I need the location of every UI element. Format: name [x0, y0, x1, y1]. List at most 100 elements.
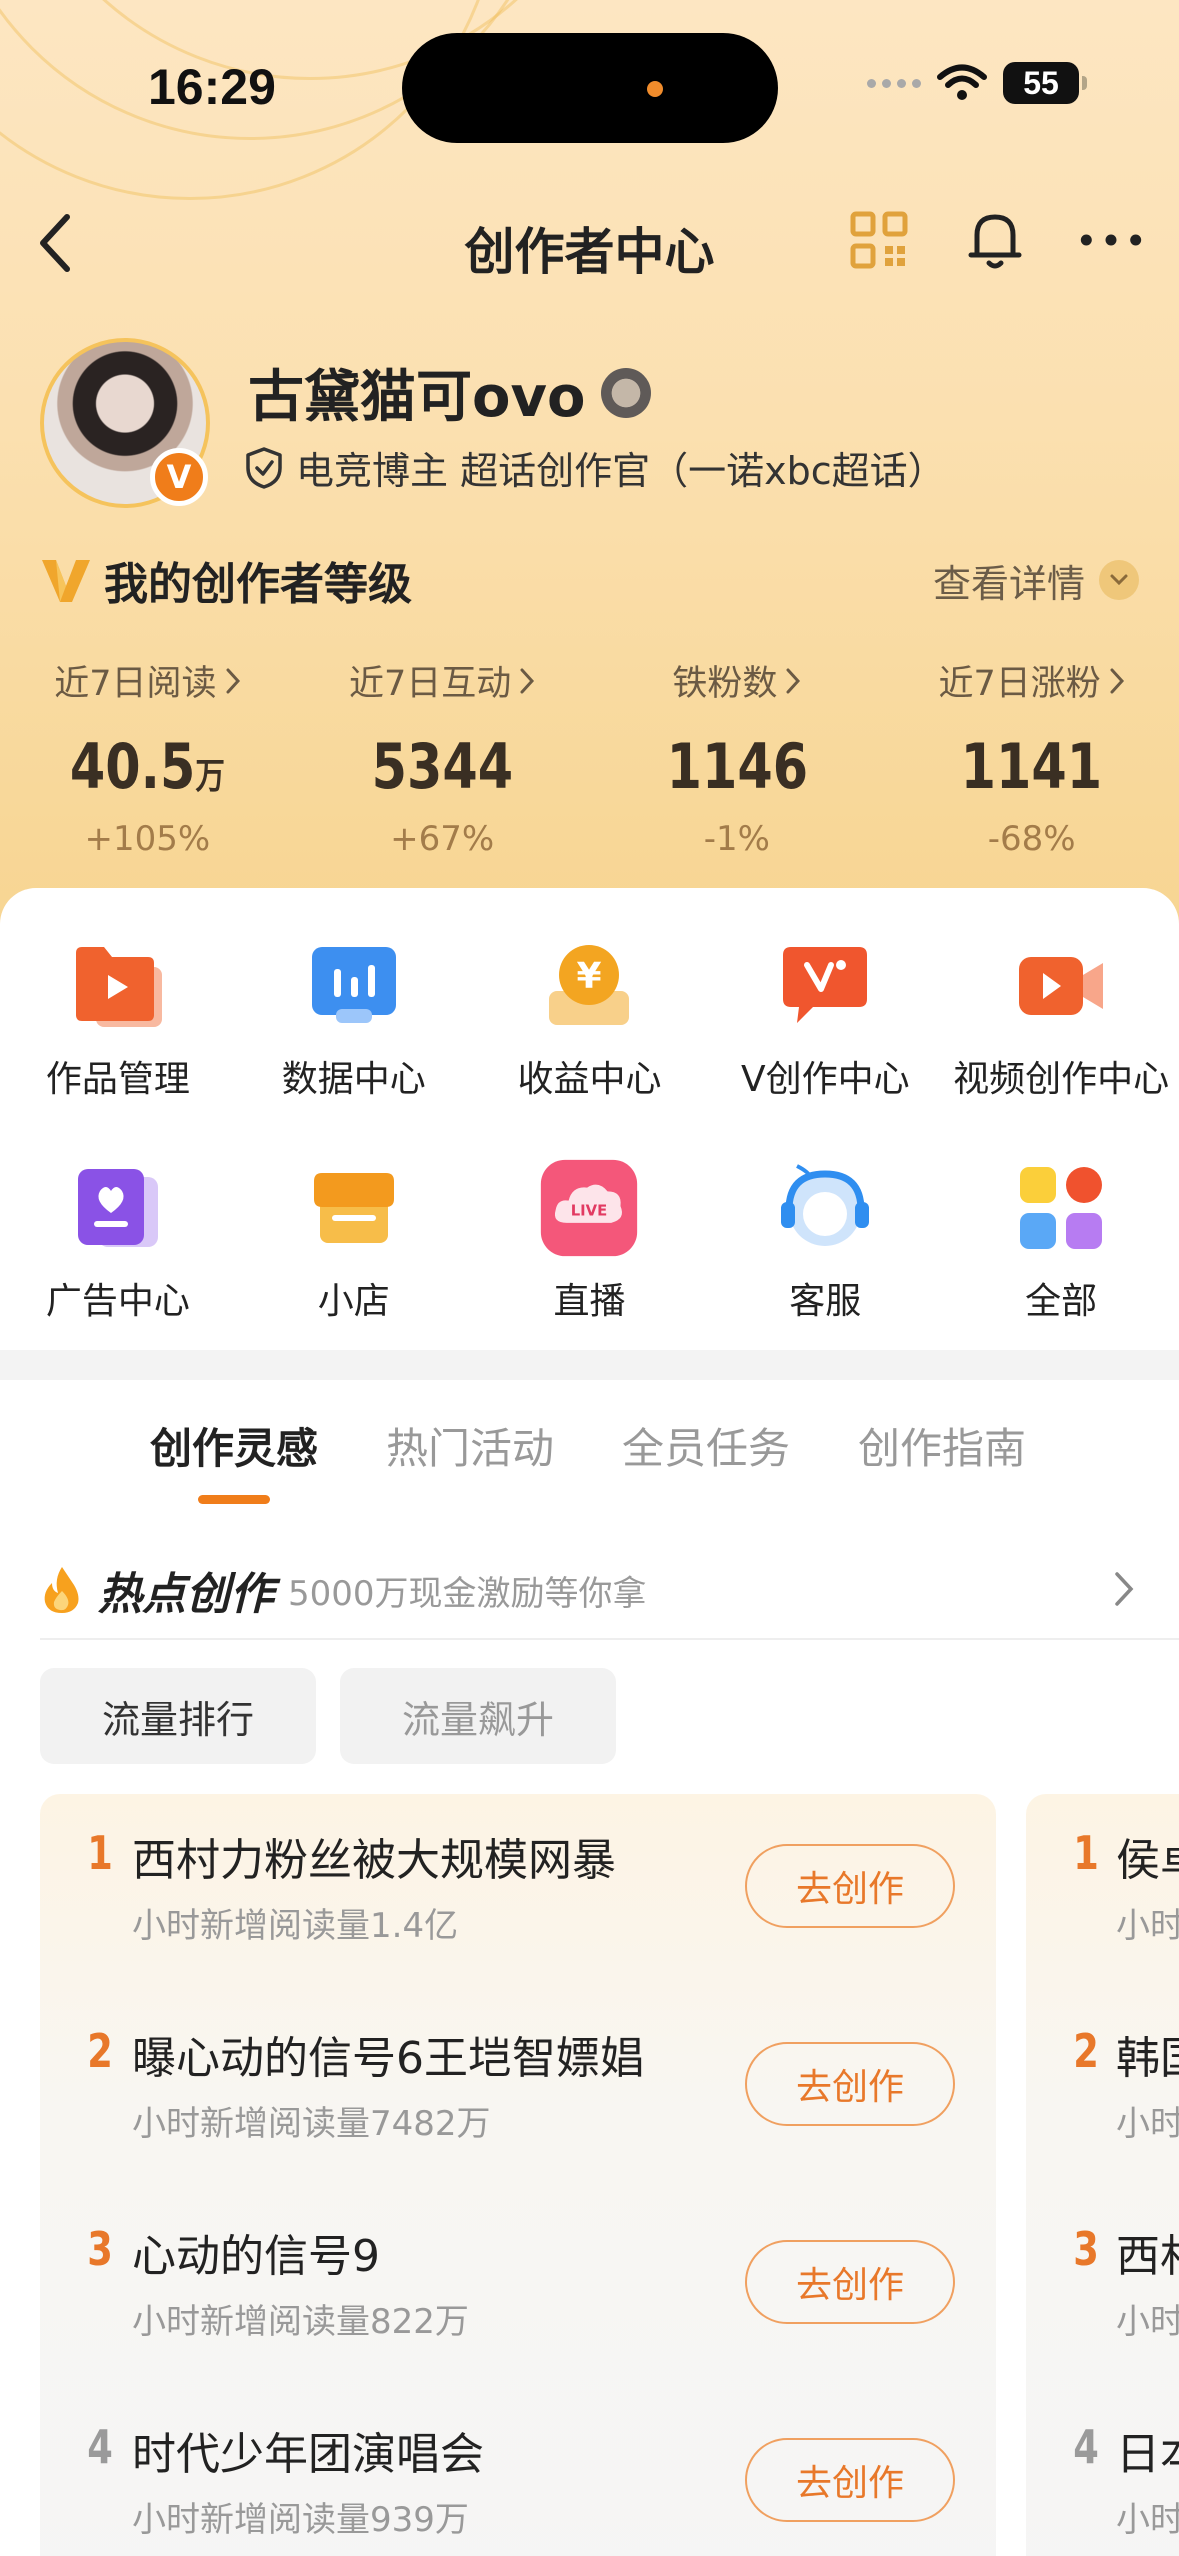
rank-title: 西村 [1116, 2231, 1179, 2282]
stat-label: 铁粉数 [672, 664, 778, 704]
rank-subtitle: 小时 [1116, 2104, 1179, 2144]
user-tag-row[interactable]: 电竞博主 超话创作官（一诺xbc超话） [244, 440, 946, 495]
camera-dot [647, 81, 663, 97]
chevron-down-icon [1099, 560, 1139, 600]
rank-subtitle: 小时新增阅读量7482万 [132, 2104, 491, 2144]
svg-text:LIVE: LIVE [571, 1202, 608, 1219]
stat-item[interactable]: 铁粉数 1146 -1% [590, 655, 885, 859]
flame-icon [44, 1567, 79, 1613]
tool-label: 直播 [553, 1281, 626, 1322]
tool-v-create[interactable]: V创作中心 [707, 888, 943, 1110]
stat-item[interactable]: 近7日互动 5344 +67% [295, 655, 590, 859]
rank-number: 3 [1073, 2222, 1099, 2276]
chevron-right-icon [786, 668, 801, 693]
tool-label: 视频创作中心 [953, 1059, 1170, 1100]
stat-label: 近7日阅读 [54, 664, 217, 704]
ranking-filter: 流量排行 流量飙升 [40, 1668, 616, 1764]
rank-subtitle: 小时新增阅读量822万 [132, 2302, 469, 2342]
ranking-row[interactable]: 4 时代少年团演唱会 小时新增阅读量939万 去创作 [40, 2388, 996, 2556]
hot-creation-header[interactable]: 热点创作 5000万现金激励等你拿 [40, 1540, 1179, 1640]
tool-label: 数据中心 [281, 1059, 426, 1100]
tab-hot-events[interactable]: 热门活动 [386, 1415, 554, 1504]
shop-icon [304, 1158, 404, 1258]
content-tabs: 创作灵感 热门活动 全员任务 创作指南 [150, 1415, 1026, 1504]
v-level-icon [42, 560, 90, 602]
chip-traffic-rank[interactable]: 流量排行 [40, 1668, 316, 1764]
tool-works[interactable]: 作品管理 [0, 888, 236, 1110]
rank-subtitle: 小时 [1116, 2500, 1179, 2540]
all-icon [1011, 1158, 1111, 1258]
qr-code-icon [850, 211, 908, 269]
creator-level-label: 我的创作者等级 [104, 559, 412, 610]
wifi-icon [937, 64, 987, 100]
go-create-button[interactable]: 去创作 [745, 1844, 955, 1928]
tool-ad[interactable]: 广告中心 [0, 1110, 236, 1332]
ranking-row: 1 侯卓 小时 [1026, 1794, 1179, 1992]
rank-title: 曝心动的信号6王垲智嫖娼 [132, 2033, 644, 2084]
hot-creation-subtitle: 5000万现金激励等你拿 [288, 1573, 647, 1614]
bell-icon [968, 214, 1022, 269]
tool-income[interactable]: ¥ 收益中心 [472, 888, 708, 1110]
rank-subtitle: 小时 [1116, 2302, 1179, 2342]
ranking-row[interactable]: 1 西村力粉丝被大规模网暴 小时新增阅读量1.4亿 去创作 [40, 1794, 996, 1992]
tool-video[interactable]: 视频创作中心 [943, 888, 1179, 1110]
stat-label: 近7日互动 [348, 664, 512, 704]
income-icon: ¥ [539, 936, 639, 1036]
ranking-row: 2 韩国 小时 [1026, 1992, 1179, 2190]
user-tag: 电竞博主 超话创作官（一诺xbc超话） [296, 449, 946, 493]
level-badge-icon [601, 367, 652, 418]
tool-label: 收益中心 [517, 1059, 662, 1100]
go-create-button[interactable]: 去创作 [745, 2042, 955, 2126]
stat-change: -1% [703, 819, 770, 859]
qr-code-button[interactable] [847, 205, 911, 275]
tool-label: 全部 [1025, 1281, 1098, 1322]
rank-title: 韩国 [1116, 2033, 1179, 2084]
rank-title: 西村力粉丝被大规模网暴 [132, 1835, 616, 1886]
shield-icon [246, 446, 282, 489]
live-icon: LIVE [539, 1158, 639, 1258]
stat-item[interactable]: 近7日涨粉 1141 -68% [884, 655, 1179, 859]
stat-value: 1141 [960, 730, 1103, 803]
more-button[interactable] [1079, 205, 1143, 275]
stat-item[interactable]: 近7日阅读 40.5万 +105% [0, 655, 295, 859]
stat-change: -68% [987, 819, 1076, 859]
rank-title: 侯卓 [1116, 1835, 1179, 1886]
verified-badge: V [150, 448, 208, 506]
go-create-button[interactable]: 去创作 [745, 2240, 955, 2324]
tool-support[interactable]: 客服 [707, 1110, 943, 1332]
user-name: 古黛猫可ovo [248, 365, 586, 430]
v-create-icon [775, 936, 875, 1036]
ranking-card-next[interactable]: 1 侯卓 小时 2 韩国 小时 3 西村 小时 4 日本 小时 [1026, 1794, 1179, 2556]
chevron-right-icon [1110, 668, 1124, 693]
rank-subtitle: 小时新增阅读量939万 [132, 2500, 469, 2540]
notification-button[interactable] [963, 205, 1027, 275]
ranking-row: 3 西村 小时 [1026, 2190, 1179, 2388]
battery-indicator: 55 [1003, 62, 1087, 104]
support-icon [775, 1158, 875, 1258]
tool-all[interactable]: 全部 [943, 1110, 1179, 1332]
hot-creation-title: 热点创作 [98, 1569, 274, 1620]
tab-inspiration[interactable]: 创作灵感 [150, 1415, 318, 1504]
tab-all-tasks[interactable]: 全员任务 [622, 1415, 790, 1504]
more-icon [1080, 234, 1142, 246]
tool-live[interactable]: LIVE 直播 [472, 1110, 708, 1332]
chip-traffic-surge[interactable]: 流量飙升 [340, 1668, 616, 1764]
tab-guide[interactable]: 创作指南 [858, 1415, 1026, 1504]
rank-number: 4 [87, 2420, 113, 2474]
go-create-button[interactable]: 去创作 [745, 2438, 955, 2522]
tool-label: 广告中心 [45, 1281, 190, 1322]
tool-data[interactable]: 数据中心 [236, 888, 472, 1110]
user-name-row[interactable]: 古黛猫可ovo [248, 352, 652, 433]
rank-number: 1 [1073, 1826, 1099, 1880]
ranking-row[interactable]: 3 心动的信号9 小时新增阅读量822万 去创作 [40, 2190, 996, 2388]
tools-panel: 作品管理 数据中心 ¥ 收益中心 V创作中心 视频创作中心 广告中心 小店 LI… [0, 888, 1179, 1350]
ranking-row[interactable]: 2 曝心动的信号6王垲智嫖娼 小时新增阅读量7482万 去创作 [40, 1992, 996, 2190]
tool-label: V创作中心 [740, 1059, 910, 1100]
svg-text:¥: ¥ [577, 956, 602, 997]
rank-title: 时代少年团演唱会 [132, 2429, 484, 2480]
works-icon [68, 936, 168, 1036]
tool-label: 客服 [789, 1281, 862, 1322]
stat-value: 1146 [666, 730, 808, 803]
view-details-link[interactable]: 查看详情 [933, 553, 1139, 608]
tool-shop[interactable]: 小店 [236, 1110, 472, 1332]
